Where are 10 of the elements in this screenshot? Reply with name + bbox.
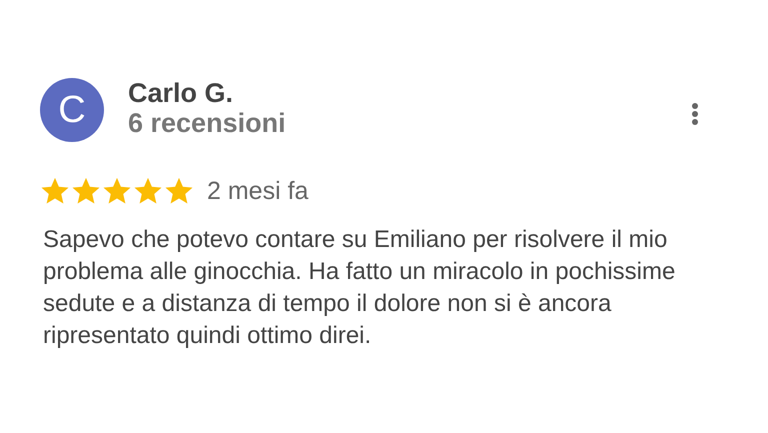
avatar: C: [40, 78, 104, 142]
filled-star-icon: [164, 176, 194, 206]
filled-star-icon: [133, 176, 163, 206]
author-name: Carlo G.: [128, 78, 234, 108]
review-count: 6 recensioni: [128, 108, 287, 138]
review-text: Sapevo che potevo contare su Emiliano per risolvere il mio problema alle ginocchia. Ha fatto un miracolo in pochissime sedute e a distanza di tempo il dolore non si è ancora ripresentato quindi ottimo direi.: [43, 225, 676, 351]
filled-star-icon: [102, 176, 132, 206]
filled-star-icon: [71, 176, 101, 206]
review-date: 2 mesi fa: [207, 176, 308, 206]
filled-star-icon: [40, 176, 70, 206]
